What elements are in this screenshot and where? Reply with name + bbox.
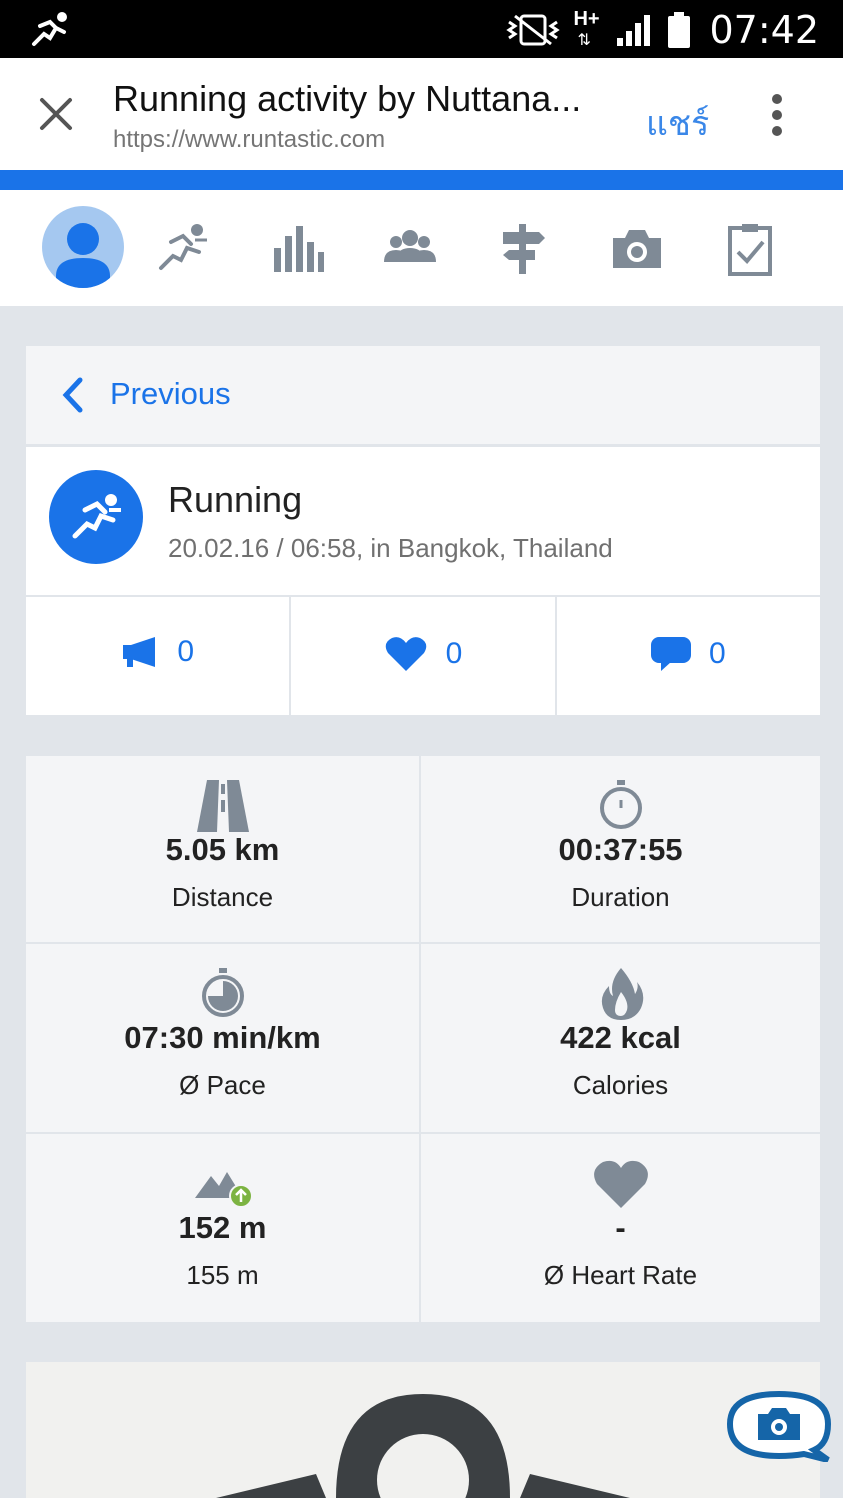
- camera-feedback-button[interactable]: [724, 1390, 834, 1462]
- comments-count: 0: [708, 637, 726, 670]
- comment-button[interactable]: 0: [556, 597, 820, 715]
- share-button[interactable]: แชร์: [646, 96, 709, 150]
- stat-label: Ø Heart Rate: [543, 1260, 698, 1290]
- cheer-button[interactable]: 0: [26, 597, 290, 715]
- page-url: https://www.runtastic.com: [113, 126, 386, 153]
- stopwatch-icon: [599, 780, 642, 829]
- flame-icon: [601, 968, 643, 1020]
- social-actions: 0 0 0: [26, 597, 820, 715]
- stat-value: 422 kcal: [560, 1020, 681, 1055]
- heart-icon: [385, 637, 426, 671]
- training-plan-icon[interactable]: [722, 220, 778, 276]
- comment-icon: [650, 637, 691, 671]
- elevation-icon: [194, 1172, 253, 1208]
- stat-label: Distance: [171, 882, 274, 912]
- site-nav: [0, 190, 843, 306]
- user-icon: [56, 223, 110, 288]
- map-pin-icon: [216, 1394, 630, 1498]
- overflow-menu-icon[interactable]: [770, 94, 784, 138]
- stat-pace: 07:30 min/km Ø Pace: [26, 944, 419, 1132]
- status-bar: H+ ⇅ 07:42: [0, 0, 843, 58]
- friends-icon[interactable]: [382, 220, 438, 276]
- route-map[interactable]: [26, 1362, 820, 1498]
- close-icon[interactable]: [36, 94, 76, 134]
- stat-label: 155 m: [186, 1260, 259, 1290]
- avatar[interactable]: [42, 206, 124, 288]
- network-type: H+: [573, 8, 600, 30]
- signal-icon: [617, 15, 651, 46]
- like-button[interactable]: 0: [291, 597, 555, 715]
- activity-type-badge: [49, 470, 143, 564]
- running-icon: [72, 494, 121, 539]
- page-load-progress-bar: [0, 170, 843, 190]
- stat-value: -: [615, 1210, 626, 1245]
- statistics-icon[interactable]: [270, 220, 326, 276]
- cheers-count: 0: [177, 635, 194, 668]
- megaphone-icon: [123, 637, 156, 667]
- running-icon: [32, 12, 67, 46]
- chevron-left-icon: [62, 377, 83, 413]
- previous-link[interactable]: Previous: [26, 346, 820, 444]
- vibrate-mute-icon: [506, 14, 561, 46]
- page-title: Running activity by Nuttana...: [113, 78, 582, 119]
- stat-duration: 00:37:55 Duration: [421, 756, 820, 942]
- stat-value: 152 m: [178, 1210, 267, 1245]
- likes-count: 0: [445, 637, 463, 670]
- road-icon: [196, 780, 249, 832]
- stat-distance: 5.05 km Distance: [26, 756, 419, 942]
- stat-label: Duration: [571, 882, 670, 912]
- stat-label: Ø Pace: [179, 1070, 266, 1100]
- stat-label: Calories: [572, 1070, 669, 1100]
- stat-value: 07:30 min/km: [124, 1020, 321, 1055]
- custom-tab-toolbar: Running activity by Nuttana... https://w…: [0, 58, 843, 170]
- activity-stats: 5.05 km Distance 00:37:55 Duration 07:30…: [26, 756, 820, 1322]
- stat-calories: 422 kcal Calories: [421, 944, 820, 1132]
- activity-header: Running 20.02.16 / 06:58, in Bangkok, Th…: [26, 447, 820, 595]
- stat-elevation: 152 m 155 m: [26, 1134, 419, 1322]
- stat-value: 5.05 km: [165, 832, 280, 867]
- clock: 07:42: [709, 8, 819, 52]
- activity-type: Running: [168, 479, 303, 520]
- routes-icon[interactable]: [495, 220, 551, 276]
- stat-heart-rate: - Ø Heart Rate: [421, 1134, 820, 1322]
- pace-icon: [201, 968, 244, 1017]
- battery-icon: [668, 12, 691, 48]
- activity-date-location: 20.02.16 / 06:58, in Bangkok, Thailand: [168, 533, 613, 563]
- photos-icon[interactable]: [609, 220, 665, 276]
- stat-value: 00:37:55: [558, 832, 683, 867]
- activities-icon[interactable]: [155, 220, 211, 276]
- network-icon: H+ ⇅: [573, 8, 600, 49]
- previous-label: Previous: [110, 376, 231, 411]
- heart-icon: [593, 1160, 648, 1208]
